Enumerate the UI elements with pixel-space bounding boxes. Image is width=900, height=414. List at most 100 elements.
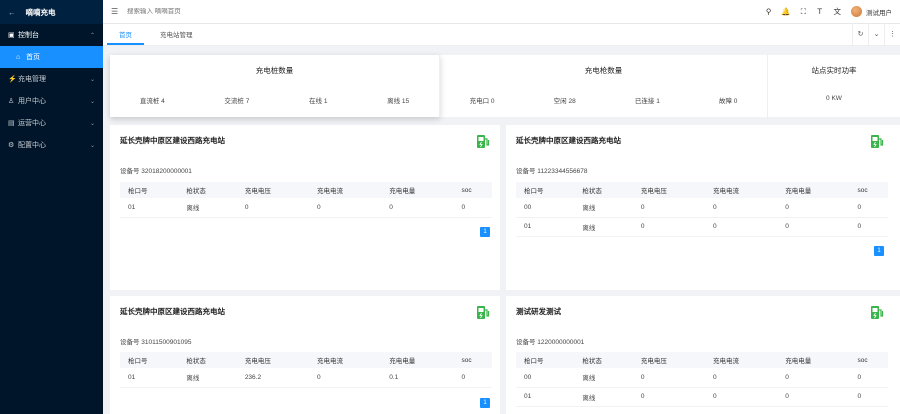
language-icon[interactable]: 文 xyxy=(834,6,842,17)
avatar[interactable] xyxy=(851,6,862,17)
station-card: 延长壳牌中原区建设西路充电站 设备号 32018200000001 枪口号 枪状… xyxy=(110,125,500,290)
bell-icon[interactable]: 🔔 xyxy=(781,7,790,16)
pagination-page[interactable]: 1 xyxy=(874,246,884,256)
cell-current: 0 xyxy=(309,198,382,218)
sidebar-item-config[interactable]: ⚙ 配置中心 ⌄ xyxy=(0,134,103,156)
charging-pile-icon xyxy=(871,306,884,319)
gun-count-block: 充电枪数量 充电口 0 空闲 28 已连接 1 故障 0 xyxy=(440,55,768,117)
col-gun-status: 枪状态 xyxy=(178,182,237,198)
list-icon: ▤ xyxy=(8,120,15,127)
sidebar-item-users[interactable]: ♙ 用户中心 ⌄ xyxy=(0,90,103,112)
col-soc: soc xyxy=(453,352,492,368)
charging-pile-icon xyxy=(477,306,490,319)
table-row: 01 离线 0 0 0 0 xyxy=(516,387,888,407)
col-voltage: 充电电压 xyxy=(236,352,310,368)
refresh-icon[interactable]: ↻ xyxy=(852,23,868,45)
device-number: 设备号 31011500901095 xyxy=(120,339,192,346)
tab-station-management[interactable]: 充电站管理 xyxy=(148,29,205,45)
cell-gun-no: 00 xyxy=(516,198,575,218)
cell-energy: 0 xyxy=(777,387,850,407)
pile-count-block: 充电桩数量 直流桩 4 交流桩 7 在线 1 离线 15 xyxy=(110,55,440,117)
stats-panel: 充电桩数量 直流桩 4 交流桩 7 在线 1 离线 15 充电枪数量 充电口 0… xyxy=(110,55,900,117)
gun-count-title: 充电枪数量 xyxy=(584,66,623,75)
sidebar-item-label: 运营中心 xyxy=(18,120,46,127)
device-number: 设备号 11223344556678 xyxy=(516,168,588,175)
cell-gun-no: 01 xyxy=(516,387,575,407)
col-voltage: 充电电压 xyxy=(632,182,706,198)
home-icon: ⌂ xyxy=(16,53,21,61)
cell-voltage: 0 xyxy=(632,217,706,237)
table-row: 01 离线 236.2 0 0.1 0 xyxy=(120,368,492,388)
more-icon[interactable]: ⋮ xyxy=(884,23,900,45)
pile-count-title: 充电桩数量 xyxy=(255,66,294,75)
stat-fault: 故障 0 xyxy=(718,98,738,105)
stat-idle: 空闲 28 xyxy=(553,98,576,105)
chevron-down-icon[interactable]: ⌄ xyxy=(868,23,884,45)
col-soc: soc xyxy=(453,182,492,198)
chevron-down-icon: ⌄ xyxy=(89,120,95,127)
col-energy: 充电电量 xyxy=(381,182,454,198)
pagination-page[interactable]: 1 xyxy=(480,398,490,408)
col-voltage: 充电电压 xyxy=(236,182,310,198)
back-arrow-icon[interactable]: ← xyxy=(8,8,16,17)
gun-table: 枪口号 枪状态 充电电压 充电电流 充电电量 soc 00 离线 0 0 0 0… xyxy=(516,182,888,237)
chevron-down-icon: ⌄ xyxy=(89,98,95,105)
col-current: 充电电流 xyxy=(705,352,778,368)
station-title: 延长壳牌中原区建设西路充电站 xyxy=(120,307,225,316)
col-voltage: 充电电压 xyxy=(632,352,706,368)
sidebar-submenu: ⌂ 首页 xyxy=(0,46,103,68)
table-row: 00 离线 0 0 0 0 xyxy=(516,198,888,218)
col-gun-status: 枪状态 xyxy=(574,182,633,198)
station-card: 延长壳牌中原区建设西路充电站 设备号 31011500901095 枪口号 枪状… xyxy=(110,296,500,414)
fullscreen-icon[interactable]: ⛶ xyxy=(801,7,806,17)
search-input[interactable] xyxy=(127,8,307,15)
gun-table: 枪口号 枪状态 充电电压 充电电流 充电电量 soc 01 离线 0 0 0 0 xyxy=(120,182,492,218)
user-icon: ♙ xyxy=(8,98,15,105)
tab-home[interactable]: 首页 xyxy=(107,29,144,45)
sidebar-item-label: 首页 xyxy=(26,54,40,61)
sidebar-item-home[interactable]: ⌂ 首页 xyxy=(0,46,103,68)
col-energy: 充电电量 xyxy=(381,352,454,368)
cell-gun-no: 00 xyxy=(516,368,575,388)
font-size-icon[interactable]: Ｔ xyxy=(816,6,824,17)
stat-power-value: 0 KW xyxy=(826,95,842,102)
cell-status: 离线 xyxy=(574,198,633,218)
top-header: ☰ ⚲ 🔔 ⛶ Ｔ 文 测试用户 xyxy=(103,0,900,24)
stat-offline: 离线 15 xyxy=(387,98,410,105)
col-gun-status: 枪状态 xyxy=(178,352,237,368)
chevron-up-icon: ⌃ xyxy=(89,32,95,39)
cell-status: 离线 xyxy=(178,198,237,218)
cell-soc: 0 xyxy=(849,387,888,407)
cell-voltage: 236.2 xyxy=(236,368,310,388)
station-title: 延长壳牌中原区建设西路充电站 xyxy=(120,136,225,145)
cell-soc: 0 xyxy=(453,368,492,388)
col-current: 充电电流 xyxy=(309,352,382,368)
cell-soc: 0 xyxy=(849,368,888,388)
username[interactable]: 测试用户 xyxy=(866,7,892,17)
sidebar-item-console[interactable]: ▣ 控制台 ⌃ xyxy=(0,24,103,46)
col-gun-no: 枪口号 xyxy=(120,352,179,368)
stat-connected: 已连接 1 xyxy=(634,98,660,105)
col-current: 充电电流 xyxy=(705,182,778,198)
cell-gun-no: 01 xyxy=(516,217,575,237)
sidebar-item-label: 用户中心 xyxy=(18,98,46,105)
col-energy: 充电电量 xyxy=(777,182,850,198)
stat-charging: 充电口 0 xyxy=(469,98,495,105)
sidebar-item-operations[interactable]: ▤ 运营中心 ⌄ xyxy=(0,112,103,134)
table-row: 01 离线 0 0 0 0 xyxy=(516,217,888,237)
pagination-page[interactable]: 1 xyxy=(480,227,490,237)
menu-toggle-icon[interactable]: ☰ xyxy=(111,7,121,16)
gear-icon: ⚙ xyxy=(8,142,15,149)
sidebar-item-label: 充电管理 xyxy=(18,76,46,83)
search-icon[interactable]: ⚲ xyxy=(766,7,772,16)
cell-current: 0 xyxy=(705,368,778,388)
station-card: 延长壳牌中原区建设西路充电站 设备号 11223344556678 枪口号 枪状… xyxy=(506,125,900,290)
sidebar-item-charging[interactable]: ⚡ 充电管理 ⌄ xyxy=(0,68,103,90)
cell-status: 离线 xyxy=(574,368,633,388)
app-title: 嘀嘀充电 xyxy=(25,7,56,17)
col-gun-no: 枪口号 xyxy=(516,182,575,198)
chevron-down-icon: ⌄ xyxy=(89,142,95,149)
stat-online: 在线 1 xyxy=(309,98,328,105)
cell-current: 0 xyxy=(705,198,778,218)
chevron-down-icon: ⌄ xyxy=(89,76,95,83)
